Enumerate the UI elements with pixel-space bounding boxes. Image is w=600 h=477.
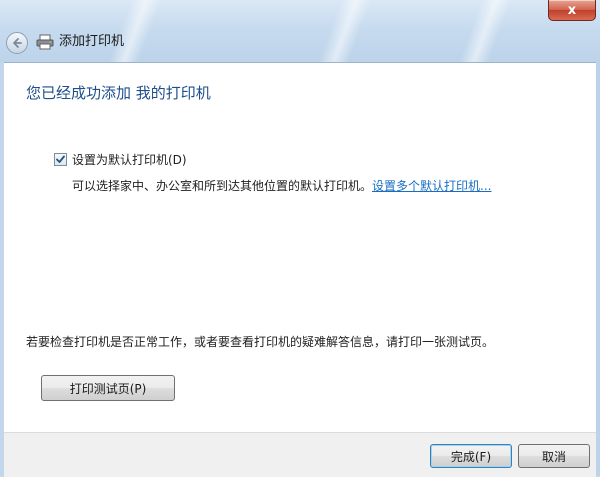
default-printer-label[interactable]: 设置为默认打印机(D) bbox=[72, 152, 187, 168]
set-multiple-defaults-link[interactable]: 设置多个默认打印机... bbox=[372, 179, 491, 193]
cancel-button[interactable]: 取消 bbox=[518, 444, 590, 468]
glass-highlight bbox=[318, 0, 372, 62]
wizard-content: 您已经成功添加 我的打印机 设置为默认打印机(D) 可以选择家中、办公室和所到达… bbox=[4, 62, 596, 433]
test-page-info: 若要检查打印机是否正常工作，或者要查看打印机的疑难解答信息，请打印一张测试页。 bbox=[26, 335, 495, 349]
description-text: 可以选择家中、办公室和所到达其他位置的默认打印机。 bbox=[72, 179, 373, 193]
wizard-footer: 完成(F) 取消 bbox=[4, 432, 596, 477]
glass-highlight bbox=[458, 0, 512, 62]
print-test-page-button[interactable]: 打印测试页(P) bbox=[41, 375, 175, 401]
back-button[interactable] bbox=[6, 32, 28, 54]
window-title: 添加打印机 bbox=[59, 34, 125, 49]
close-button[interactable]: x bbox=[548, 0, 596, 21]
finish-button[interactable]: 完成(F) bbox=[430, 444, 512, 468]
back-arrow-icon bbox=[13, 38, 22, 48]
page-title: 您已经成功添加 我的打印机 bbox=[26, 84, 211, 102]
close-icon: x bbox=[567, 2, 577, 18]
default-printer-description: 可以选择家中、办公室和所到达其他位置的默认打印机。设置多个默认打印机... bbox=[72, 178, 491, 194]
printer-icon bbox=[36, 34, 54, 50]
check-icon bbox=[56, 155, 65, 163]
window-frame-right bbox=[596, 62, 600, 476]
title-bar bbox=[0, 0, 600, 62]
glass-highlight bbox=[108, 0, 162, 62]
default-printer-checkbox[interactable] bbox=[54, 153, 67, 166]
